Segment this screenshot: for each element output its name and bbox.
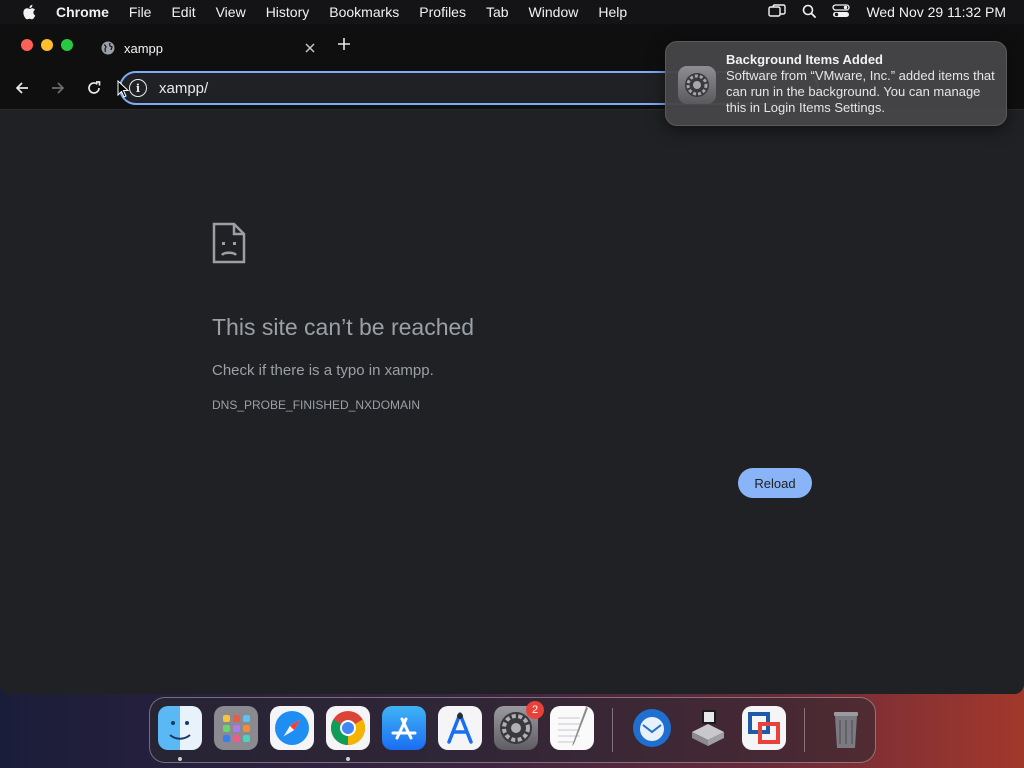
dock-launchpad-icon[interactable] bbox=[214, 706, 258, 750]
reload-button[interactable]: Reload bbox=[738, 468, 812, 498]
dock-trash-icon[interactable] bbox=[824, 706, 868, 750]
dock-app-store-icon[interactable] bbox=[382, 706, 426, 750]
menu-edit[interactable]: Edit bbox=[161, 0, 205, 24]
menu-clock[interactable]: Wed Nov 29 11:32 PM bbox=[866, 4, 1006, 20]
site-info-icon[interactable]: i bbox=[129, 79, 147, 97]
error-code: DNS_PROBE_FINISHED_NXDOMAIN bbox=[212, 398, 421, 412]
control-center-icon[interactable] bbox=[832, 3, 851, 21]
new-tab-button[interactable] bbox=[334, 34, 354, 54]
dock-instruments-icon[interactable] bbox=[438, 706, 482, 750]
sad-page-icon bbox=[212, 222, 246, 264]
mouse-cursor-icon bbox=[117, 80, 129, 98]
screen-mirroring-icon[interactable] bbox=[768, 3, 787, 21]
error-message: Check if there is a typo in xampp. bbox=[212, 362, 434, 379]
apple-icon[interactable] bbox=[18, 0, 40, 24]
dock-chrome-icon[interactable] bbox=[326, 706, 370, 750]
tab-title: xampp bbox=[124, 40, 164, 56]
window-close-button[interactable] bbox=[21, 39, 33, 51]
menu-app-name[interactable]: Chrome bbox=[52, 0, 119, 24]
refresh-icon bbox=[88, 81, 101, 94]
dock-safari-icon[interactable] bbox=[270, 706, 314, 750]
tab-xampp[interactable]: xampp bbox=[88, 30, 328, 66]
dock-textedit-icon[interactable] bbox=[550, 706, 594, 750]
arrow-right-icon bbox=[52, 82, 65, 94]
reload-toolbar-button[interactable] bbox=[82, 76, 106, 100]
background-items-notification[interactable]: Background Items Added Software from “VM… bbox=[665, 41, 1007, 126]
dock-separator-trash bbox=[804, 708, 805, 752]
window-minimize-button[interactable] bbox=[41, 39, 53, 51]
menu-view[interactable]: View bbox=[206, 0, 256, 24]
dock-finder-running-indicator bbox=[178, 757, 182, 761]
dock-boot-camp-icon[interactable] bbox=[686, 706, 730, 750]
url-input[interactable] bbox=[159, 79, 659, 97]
forward-button[interactable] bbox=[46, 76, 70, 100]
menu-tab[interactable]: Tab bbox=[476, 0, 519, 24]
dock-vmware-fusion-icon[interactable] bbox=[742, 706, 786, 750]
menu-bookmarks[interactable]: Bookmarks bbox=[319, 0, 409, 24]
menu-profiles[interactable]: Profiles bbox=[409, 0, 476, 24]
dock-finder-icon[interactable] bbox=[158, 706, 202, 750]
dock-system-settings-icon[interactable]: 2 bbox=[494, 701, 544, 750]
notification-title: Background Items Added bbox=[726, 52, 883, 67]
menu-window[interactable]: Window bbox=[519, 0, 589, 24]
spotlight-search-icon[interactable] bbox=[802, 4, 817, 21]
tab-close-icon[interactable] bbox=[300, 38, 320, 58]
dock: 2 bbox=[149, 697, 876, 763]
system-settings-gear-icon bbox=[678, 66, 716, 104]
window-zoom-button[interactable] bbox=[61, 39, 73, 51]
menu-history[interactable]: History bbox=[256, 0, 320, 24]
menu-file[interactable]: File bbox=[119, 0, 162, 24]
arrow-left-icon bbox=[15, 82, 28, 94]
dock-separator bbox=[612, 708, 613, 752]
menu-bar: Chrome File Edit View History Bookmarks … bbox=[0, 0, 1024, 24]
dock-chrome-running-indicator bbox=[346, 757, 350, 761]
menu-help[interactable]: Help bbox=[588, 0, 637, 24]
dock-thunderbird-icon[interactable] bbox=[630, 706, 674, 750]
back-button[interactable] bbox=[10, 76, 34, 100]
error-page: This site can’t be reached Check if ther… bbox=[0, 110, 1024, 694]
notification-body: Software from “VMware, Inc.” added items… bbox=[726, 68, 995, 115]
globe-icon bbox=[100, 40, 116, 56]
system-settings-badge: 2 bbox=[526, 701, 544, 719]
error-title: This site can’t be reached bbox=[212, 314, 475, 340]
